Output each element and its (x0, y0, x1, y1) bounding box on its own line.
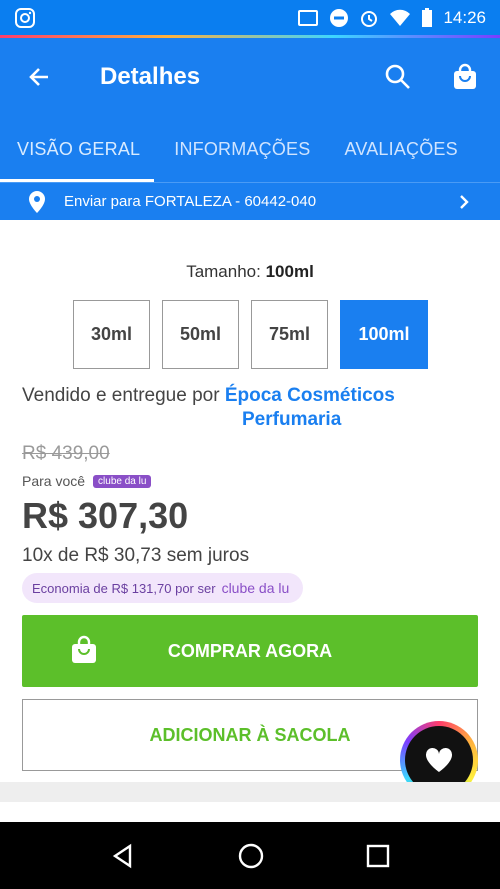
seller-link-line2[interactable]: Perfumaria (242, 408, 341, 432)
product-details: Tamanho: 100ml 30ml 50ml 75ml 100ml Vend… (0, 222, 500, 799)
back-triangle-icon[interactable] (110, 843, 136, 869)
recents-square-icon[interactable] (366, 844, 390, 868)
selected-size: 100ml (265, 262, 314, 281)
para-voce-row: Para você clube da lu (22, 473, 152, 489)
economia-badge: Economia de R$ 131,70 por ser clube da l… (22, 573, 304, 603)
app-bar: Detalhes (0, 38, 500, 116)
size-option-75ml[interactable]: 75ml (251, 300, 328, 369)
seller-link[interactable]: Época Cosméticos (225, 385, 395, 406)
location-pin-icon (29, 190, 45, 213)
old-price: R$ 439,00 (22, 443, 110, 464)
size-option-50ml[interactable]: 50ml (162, 300, 239, 369)
cast-icon (298, 10, 319, 26)
tab-visao-geral[interactable]: VISÃO GERAL (17, 139, 140, 160)
size-options: 30ml 50ml 75ml 100ml (73, 300, 428, 369)
clube-da-lu-badge: clube da lu (93, 474, 152, 488)
status-bar: 14:26 (0, 0, 500, 36)
dnd-icon (330, 9, 349, 27)
search-icon[interactable] (384, 63, 412, 91)
shipping-bar[interactable]: Enviar para FORTALEZA - 60442-040 (0, 182, 500, 220)
home-circle-icon[interactable] (237, 842, 265, 870)
shipping-label: Enviar para FORTALEZA - 60442-040 (64, 193, 317, 210)
seller-info: Vendido e entregue por Época Cosméticos … (22, 385, 395, 430)
installments: 10x de R$ 30,73 sem juros (22, 545, 250, 566)
page-title: Detalhes (100, 63, 201, 90)
section-divider (0, 782, 500, 802)
wifi-icon (390, 9, 411, 26)
system-nav-bar (0, 822, 500, 889)
footer-space (0, 802, 500, 822)
alarm-icon (361, 11, 378, 27)
buy-now-button[interactable]: COMPRAR AGORA (22, 615, 478, 687)
back-button[interactable] (0, 64, 78, 90)
price: R$ 307,30 (22, 495, 189, 536)
shopping-bag-icon (72, 635, 96, 663)
battery-icon (422, 8, 433, 27)
tab-informacoes[interactable]: INFORMAÇÕES (174, 139, 310, 160)
tab-bar: VISÃO GERAL INFORMAÇÕES AVALIAÇÕES (0, 116, 500, 182)
status-time: 14:26 (443, 8, 486, 27)
size-label: Tamanho: 100ml (186, 262, 314, 281)
heart-icon (425, 747, 453, 772)
clube-da-lu-logo: clube da lu (221, 580, 290, 596)
tab-avaliacoes[interactable]: AVALIAÇÕES (344, 139, 457, 160)
shopping-bag-icon[interactable] (452, 63, 478, 91)
size-option-30ml[interactable]: 30ml (73, 300, 150, 369)
chevron-right-icon (460, 194, 469, 209)
size-option-100ml[interactable]: 100ml (340, 300, 428, 369)
arrow-left-icon (29, 68, 48, 86)
instagram-icon (15, 8, 35, 28)
